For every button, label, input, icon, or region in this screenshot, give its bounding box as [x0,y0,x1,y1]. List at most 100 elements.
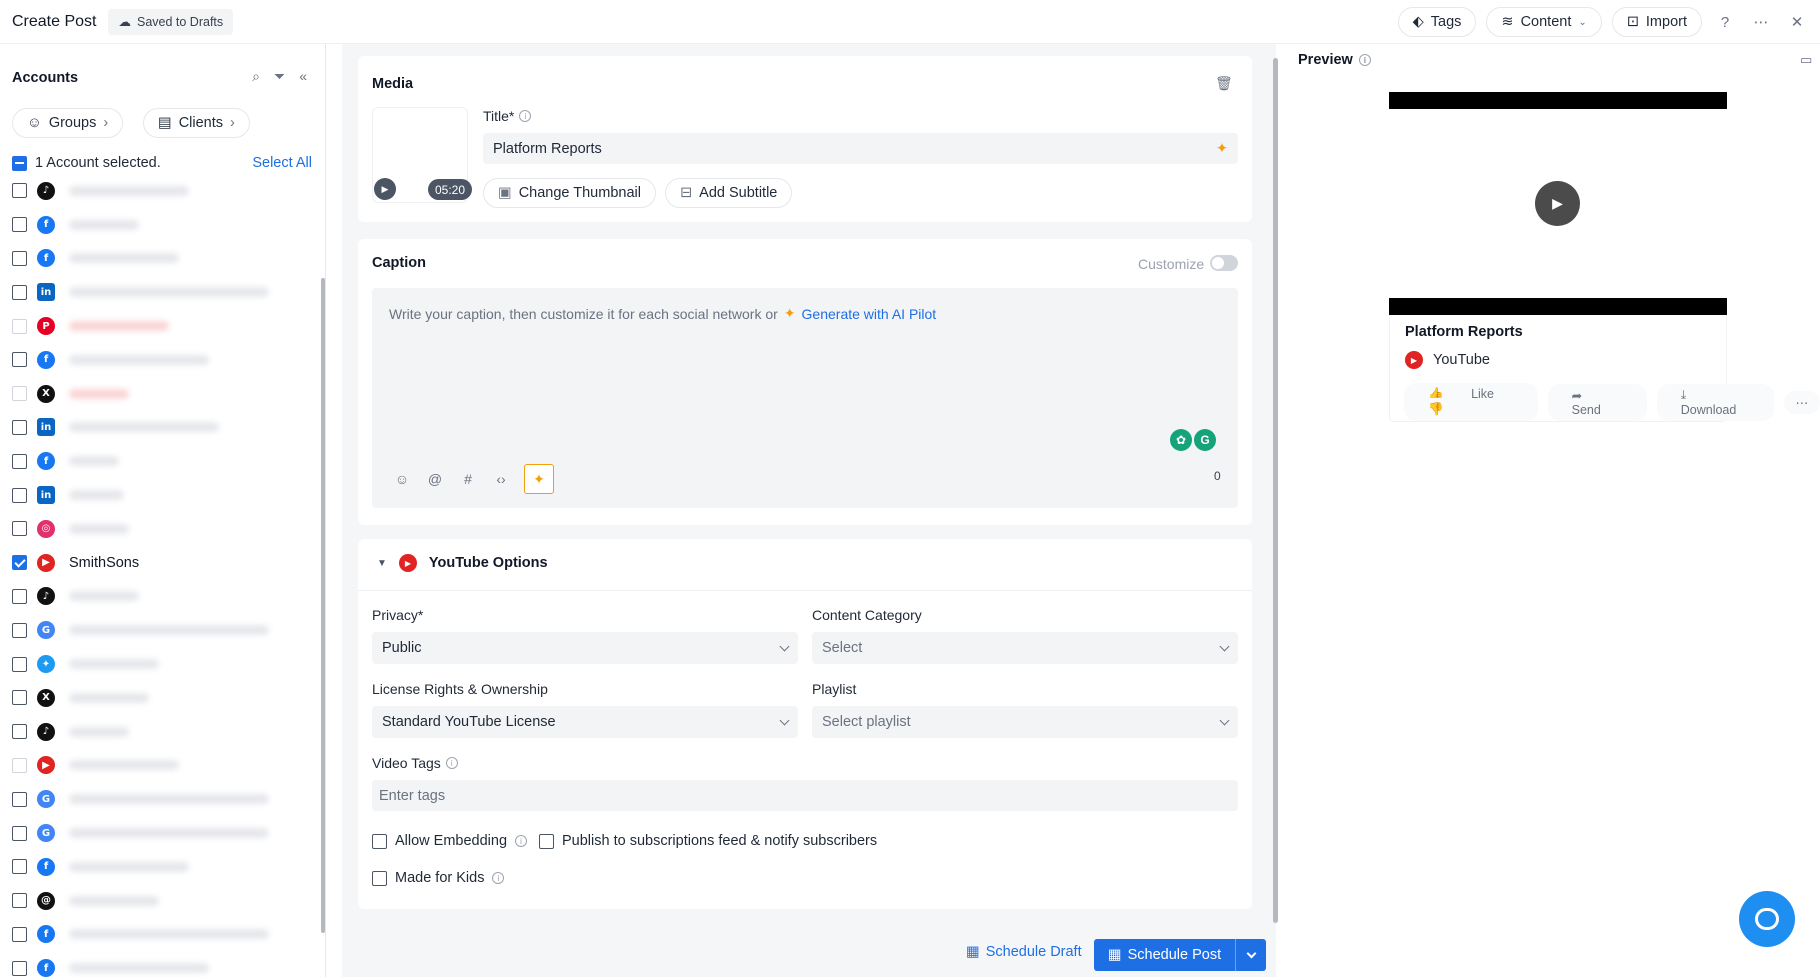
publish-feed-checkbox[interactable] [539,833,554,849]
account-row[interactable]: in [12,478,308,512]
account-checkbox[interactable] [12,217,27,233]
collapse-caret-icon[interactable]: ▼ [377,558,387,569]
info-icon[interactable]: i [515,835,528,847]
youtube-options-header[interactable]: ▼ ▶ YouTube Options [377,554,548,572]
close-icon[interactable]: ✕ [1784,9,1810,35]
lightbulb-icon[interactable]: ✿ [1170,429,1192,451]
account-row-selected[interactable]: ▶ SmithSons [12,546,308,580]
account-checkbox[interactable] [12,555,27,571]
account-checkbox[interactable] [12,893,27,909]
help-chat-button[interactable] [1739,891,1795,947]
account-row[interactable]: X [12,681,308,715]
license-select[interactable]: Standard YouTube License [372,706,798,738]
sidebar-scrollbar[interactable] [321,278,325,933]
video-tags-input[interactable]: Enter tags [372,780,1238,811]
account-row[interactable]: f [12,242,308,276]
hashtag-icon[interactable]: # [458,471,478,487]
clients-button[interactable]: ▤ Clients › [143,108,250,138]
play-icon[interactable]: ▶ [1535,181,1580,226]
account-row[interactable]: f [12,850,308,884]
filter-icon[interactable]: ⏷ [274,68,285,85]
change-thumbnail-button[interactable]: ▣ Change Thumbnail [483,178,656,208]
schedule-draft-button[interactable]: ▦ Schedule Draft [966,944,1082,960]
select-all-checkbox[interactable] [12,155,27,171]
select-all-link[interactable]: Select All [252,155,312,171]
mention-icon[interactable]: @ [425,471,445,487]
account-row[interactable]: f [12,343,308,377]
account-row[interactable]: G [12,613,308,647]
account-checkbox[interactable] [12,859,27,875]
account-checkbox[interactable] [12,487,27,503]
account-checkbox[interactable] [12,521,27,537]
emoji-icon[interactable]: ☺ [392,471,412,487]
info-icon[interactable]: i [492,872,505,884]
account-checkbox[interactable] [12,724,27,740]
publish-feed-option[interactable]: Publish to subscriptions feed & notify s… [539,833,877,849]
info-icon[interactable]: i [519,110,532,122]
account-checkbox[interactable] [12,926,27,942]
schedule-post-button[interactable]: ▦ Schedule Post [1094,939,1236,971]
account-row[interactable]: f [12,918,308,952]
account-row[interactable]: G [12,782,308,816]
account-checkbox[interactable] [12,284,27,300]
made-for-kids-option[interactable]: Made for Kids i [372,870,505,886]
account-checkbox[interactable] [12,588,27,604]
account-checkbox[interactable] [12,453,27,469]
allow-embedding-checkbox[interactable] [372,833,387,849]
schedule-options-dropdown[interactable] [1236,948,1266,958]
account-row[interactable]: P [12,309,308,343]
account-row[interactable]: ♪ [12,580,308,614]
account-checkbox[interactable] [12,825,27,841]
account-checkbox[interactable] [12,250,27,266]
account-row[interactable]: ♪ [12,715,308,749]
made-for-kids-checkbox[interactable] [372,870,387,886]
grammarly-icon[interactable]: G [1194,429,1216,451]
account-row[interactable]: ♪ [12,174,308,208]
account-checkbox[interactable] [12,183,27,199]
import-button[interactable]: ⊡ Import [1611,7,1702,37]
allow-embedding-option[interactable]: Allow Embedding i [372,833,528,849]
account-row[interactable]: f [12,444,308,478]
tags-button[interactable]: ⬖ Tags [1397,7,1477,37]
account-checkbox[interactable] [12,386,27,402]
ai-sparkle-icon[interactable]: ✦ [524,464,554,494]
code-icon[interactable]: ‹› [491,471,511,487]
collapse-icon[interactable]: « [299,68,307,85]
play-icon[interactable]: ▶ [374,178,396,200]
account-checkbox[interactable] [12,960,27,976]
content-dropdown[interactable]: ≋ Content ⌄ [1486,7,1602,37]
help-icon[interactable]: ? [1712,9,1738,35]
trash-icon[interactable]: 🗑 [1215,75,1233,92]
content-category-select[interactable]: Select [812,632,1238,664]
account-checkbox[interactable] [12,419,27,435]
account-checkbox[interactable] [12,690,27,706]
customize-toggle[interactable] [1210,255,1238,271]
account-row[interactable]: f [12,951,308,977]
account-row[interactable]: ◎ [12,512,308,546]
account-checkbox[interactable] [12,757,27,773]
ai-sparkle-icon[interactable]: ✦ [1216,141,1228,157]
account-row[interactable]: G [12,816,308,850]
account-row[interactable]: f [12,208,308,242]
search-icon[interactable]: ⌕ [252,68,260,85]
account-checkbox[interactable] [12,656,27,672]
title-input[interactable]: Platform Reports ✦ [483,133,1238,164]
account-checkbox[interactable] [12,318,27,334]
account-checkbox[interactable] [12,791,27,807]
playlist-select[interactable]: Select playlist [812,706,1238,738]
info-icon[interactable]: i [445,757,458,769]
privacy-select[interactable]: Public [372,632,798,664]
account-checkbox[interactable] [12,622,27,638]
account-row[interactable]: in [12,275,308,309]
account-row[interactable]: ✦ [12,647,308,681]
more-icon[interactable]: ⋯ [1748,9,1774,35]
account-row[interactable]: X [12,377,308,411]
add-subtitle-button[interactable]: ⊟ Add Subtitle [665,178,793,208]
generate-ai-link[interactable]: Generate with AI Pilot [802,306,937,322]
account-row[interactable]: @ [12,884,308,918]
account-row[interactable]: in [12,411,308,445]
comment-icon[interactable]: ▭ [1800,52,1812,68]
account-checkbox[interactable] [12,352,27,368]
groups-button[interactable]: ☺ Groups › [12,108,124,138]
info-icon[interactable]: i [1358,54,1371,66]
